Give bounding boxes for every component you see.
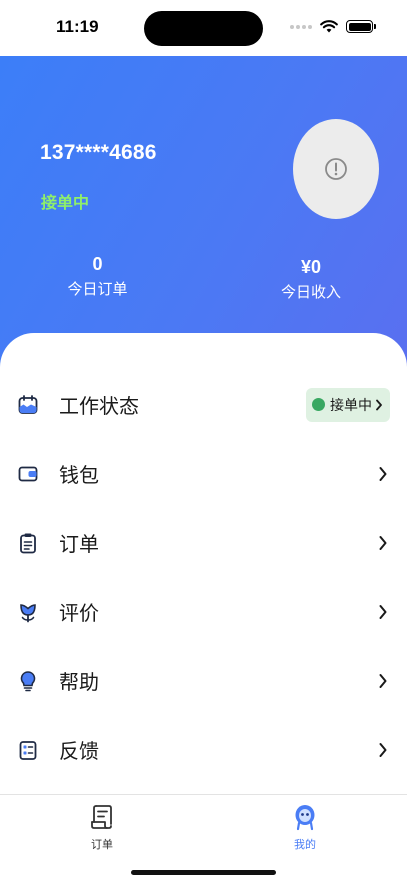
menu-item-label: 订单: [59, 534, 99, 556]
chevron-right-icon: [379, 673, 387, 688]
work-status-icon: [17, 394, 39, 416]
chevron-right-icon: [379, 604, 387, 619]
menu-item-label: 帮助: [59, 672, 99, 694]
menu-item-work-status[interactable]: 工作状态 接单中: [0, 370, 407, 439]
status-time: 11:19: [56, 17, 99, 36]
today-income-stat: ¥0 今日收入: [272, 257, 350, 302]
work-status-badge[interactable]: 接单中: [306, 387, 390, 422]
tab-orders[interactable]: 订单: [72, 803, 132, 852]
checklist-icon: [17, 739, 39, 761]
tab-label: 我的: [294, 839, 316, 851]
menu-item-help[interactable]: 帮助: [0, 646, 407, 715]
chevron-right-icon: [379, 535, 387, 550]
today-income-value: ¥0: [300, 257, 322, 277]
battery-icon: [346, 20, 376, 33]
menu-item-label: 工作状态: [59, 396, 139, 418]
menu-item-label: 钱包: [59, 465, 99, 487]
status-bar: 11:19: [0, 0, 407, 56]
menu-item-reviews[interactable]: 评价: [0, 577, 407, 646]
alert-circle-icon: [325, 158, 347, 180]
chevron-right-icon: [376, 399, 382, 410]
today-income-label: 今日收入: [280, 284, 341, 301]
work-status-text: 接单中: [41, 195, 90, 212]
avatar[interactable]: [293, 119, 379, 219]
work-status-badge-text: 接单中: [330, 396, 372, 413]
robot-avatar-icon: [295, 805, 315, 831]
clipboard-icon: [17, 532, 39, 554]
status-dot: [312, 398, 325, 411]
phone-number: 137****4686: [40, 141, 157, 164]
status-indicators: [290, 20, 376, 33]
home-indicator: [131, 870, 276, 875]
order-scroll-icon: [91, 805, 112, 829]
today-orders-stat: 0 今日订单: [60, 254, 135, 299]
menu-item-label: 评价: [59, 603, 99, 625]
wallet-icon: [17, 463, 39, 485]
flower-icon: [17, 601, 39, 623]
tab-label: 订单: [91, 839, 113, 851]
signal-icon: [290, 24, 312, 29]
chevron-right-icon: [379, 466, 387, 481]
chevron-right-icon: [379, 742, 387, 757]
today-orders-value: 0: [92, 254, 103, 274]
dynamic-island: [144, 11, 263, 46]
wifi-icon: [320, 20, 338, 33]
menu-item-label: 反馈: [59, 741, 99, 763]
menu-item-orders[interactable]: 订单: [0, 508, 407, 577]
lightbulb-icon: [17, 670, 39, 692]
tab-mine[interactable]: 我的: [275, 803, 335, 852]
menu-item-wallet[interactable]: 钱包: [0, 439, 407, 508]
today-orders-label: 今日订单: [67, 281, 128, 298]
menu-card: 工作状态 接单中 钱包 订单 评价 帮助 反馈: [0, 333, 407, 795]
menu-item-feedback[interactable]: 反馈: [0, 715, 407, 784]
